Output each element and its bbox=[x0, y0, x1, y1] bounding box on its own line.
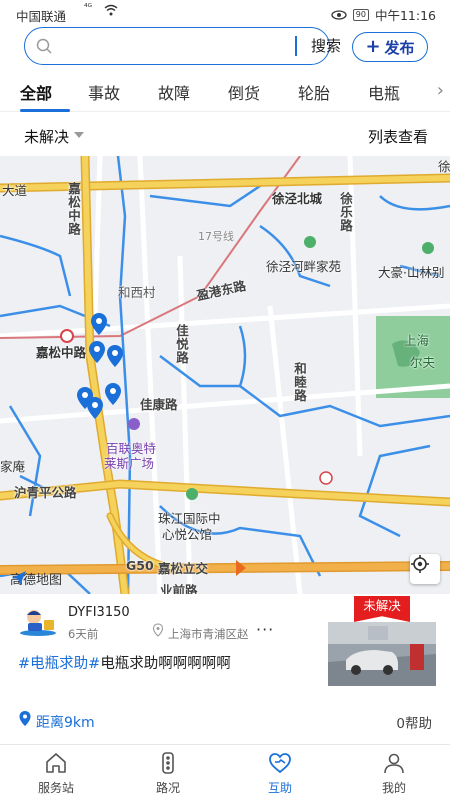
nav-label: 路况 bbox=[155, 781, 180, 795]
nav-label: 我的 bbox=[381, 781, 406, 795]
publish-button[interactable]: + 发布 bbox=[352, 32, 428, 62]
tab-all[interactable]: 全部 bbox=[20, 80, 52, 104]
map-label-xujing-beicheng: 徐泾北城 bbox=[272, 191, 323, 206]
tab-underline bbox=[20, 109, 70, 112]
map-label-jiakang-road: 佳康路 bbox=[140, 397, 178, 412]
incident-pin[interactable] bbox=[104, 382, 122, 406]
locate-button[interactable] bbox=[410, 554, 440, 584]
location-pin-icon bbox=[19, 711, 31, 726]
post-tag[interactable]: #电瓶求助# bbox=[18, 656, 100, 672]
search-divider bbox=[295, 36, 297, 56]
tab-accident[interactable]: 事故 bbox=[88, 80, 120, 104]
map-label-hemu-road: 和睦路 bbox=[292, 362, 307, 403]
incident-pin[interactable] bbox=[88, 340, 106, 364]
map-label-dahao: 大豪·山林别 bbox=[378, 265, 445, 280]
traffic-light-icon bbox=[162, 752, 174, 774]
status-bar: 中国联通 ⁴ᴳ 90 中午11:16 bbox=[0, 0, 450, 26]
post-photo[interactable] bbox=[328, 622, 436, 686]
search-box[interactable]: 搜索 bbox=[24, 27, 341, 65]
nav-traffic[interactable]: 路况 bbox=[128, 745, 208, 800]
plus-icon: + bbox=[365, 36, 381, 57]
map-label-xujing-hepan: 徐泾河畔家苑 bbox=[266, 259, 342, 274]
map-label-jiasong-road: 嘉松中路 bbox=[36, 345, 87, 360]
signal-icon: ⁴ᴳ bbox=[84, 3, 92, 13]
list-view-button[interactable]: 列表查看 bbox=[368, 126, 428, 147]
help-request-card[interactable]: DYFI3150 6天前 上海市青浦区赵 ··· #电瓶求助#电瓶求助啊啊啊啊啊… bbox=[0, 596, 450, 742]
heart-handshake-icon bbox=[269, 753, 291, 774]
map-label-hexi-village: 和西村 bbox=[118, 285, 156, 300]
filter-row: 未解决 列表查看 bbox=[0, 118, 450, 154]
tab-tire[interactable]: 轮胎 bbox=[298, 80, 330, 104]
clock: 中午11:16 bbox=[374, 8, 436, 23]
wifi-icon bbox=[104, 4, 118, 16]
crosshair-icon bbox=[411, 555, 429, 573]
incident-pin[interactable] bbox=[106, 344, 124, 368]
map-logo: 高德地图 bbox=[10, 569, 62, 588]
nav-mine[interactable]: 我的 bbox=[354, 745, 434, 800]
bottom-nav: 服务站 路况 互助 我的 bbox=[0, 744, 450, 800]
nav-service-station[interactable]: 服务站 bbox=[16, 745, 96, 800]
tab-battery[interactable]: 电瓶 bbox=[368, 80, 400, 104]
incident-pin[interactable] bbox=[86, 396, 104, 420]
post-description: #电瓶求助#电瓶求助啊啊啊啊啊 bbox=[18, 652, 231, 673]
more-options-icon[interactable]: ··· bbox=[256, 620, 274, 639]
caret-down-icon[interactable] bbox=[74, 132, 84, 138]
category-tabs: 全部 事故 故障 倒货 轮胎 电瓶 › bbox=[0, 72, 450, 112]
post-location: 上海市青浦区赵 bbox=[168, 627, 249, 641]
map-label-jiasong-road-v: 嘉松中路 bbox=[66, 182, 81, 236]
search-button[interactable]: 搜索 bbox=[299, 34, 353, 58]
distance-label: 距离9km bbox=[36, 715, 95, 731]
nav-label: 互助 bbox=[267, 781, 292, 795]
eye-icon bbox=[331, 9, 347, 20]
map-label-huqingping: 沪青平公路 bbox=[14, 485, 77, 500]
map-label-road: 大道 bbox=[2, 183, 28, 198]
map-label-jiayue-road: 佳悦路 bbox=[174, 324, 189, 365]
map-label-xu: 徐 bbox=[438, 159, 450, 174]
nav-label: 服务站 bbox=[37, 781, 74, 795]
username: DYFI3150 bbox=[68, 605, 130, 620]
publish-label: 发布 bbox=[384, 38, 415, 57]
location-pin-icon bbox=[152, 623, 164, 637]
navigation-arrow-icon bbox=[12, 571, 26, 585]
home-icon bbox=[46, 753, 66, 773]
status-badge: 未解决 bbox=[354, 596, 410, 622]
search-row: 搜索 + 发布 bbox=[0, 27, 450, 67]
search-icon bbox=[36, 38, 52, 54]
search-input[interactable] bbox=[63, 34, 283, 58]
tab-cargo[interactable]: 倒货 bbox=[228, 80, 260, 104]
tab-breakdown[interactable]: 故障 bbox=[158, 80, 190, 104]
help-count: 0帮助 bbox=[396, 716, 432, 732]
battery-icon: 90 bbox=[352, 8, 369, 21]
user-icon bbox=[384, 753, 404, 774]
chevron-right-icon[interactable]: › bbox=[437, 80, 444, 101]
map-view[interactable]: 大道 嘉松中路 徐泾北城 徐乐路 17号线 徐泾河畔家苑 大豪·山林别 和西村 … bbox=[0, 156, 450, 594]
map-label-jiaan: 家庵 bbox=[0, 459, 26, 474]
map-label-bailian2: 莱斯广场 bbox=[104, 456, 155, 471]
status-filter-dropdown[interactable]: 未解决 bbox=[24, 126, 69, 147]
map-label-yeqian-road: 业前路 bbox=[160, 583, 198, 594]
map-label-erfu: 尔夫 bbox=[410, 355, 436, 370]
map-label-shanghai: 上海 bbox=[404, 333, 430, 348]
post-time: 6天前 bbox=[68, 627, 99, 641]
map-label-zhujiang2: 心悦公馆 bbox=[162, 527, 213, 542]
avatar bbox=[20, 610, 56, 636]
post-text: 电瓶求助啊啊啊啊啊 bbox=[100, 656, 231, 672]
map-label-xule-road: 徐乐路 bbox=[338, 192, 353, 233]
map-label-jiasong-interchange: 嘉松立交 bbox=[158, 561, 209, 576]
carrier-name: 中国联通 bbox=[16, 9, 67, 24]
map-label-line17: 17号线 bbox=[198, 230, 234, 243]
incident-pin[interactable] bbox=[90, 312, 108, 336]
map-label-g50: G50 bbox=[126, 558, 154, 573]
nav-mutual-help[interactable]: 互助 bbox=[240, 745, 320, 800]
